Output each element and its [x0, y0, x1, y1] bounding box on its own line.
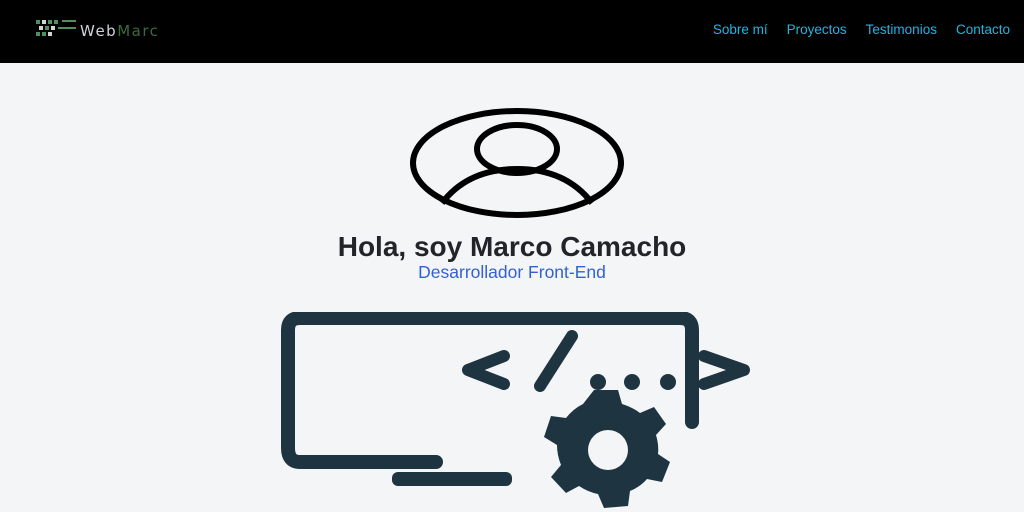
nav-link-proyectos[interactable]: Proyectos	[787, 22, 847, 37]
nav-link-testimonios[interactable]: Testimonios	[866, 22, 937, 37]
brand-name: WebMarc	[80, 22, 159, 40]
nav-link-contacto[interactable]: Contacto	[956, 22, 1010, 37]
brand-name-part1: Web	[80, 22, 118, 40]
brand-logo[interactable]: WebMarc	[34, 16, 204, 46]
hero-greeting: Hola, soy Marco Camacho	[337, 231, 687, 262]
navbar: WebMarc Sobre mí Proyectos Testimonios C…	[0, 0, 1024, 63]
developer-monitor-gear-icon	[281, 312, 750, 508]
nav-link-sobre-mi[interactable]: Sobre mí	[713, 22, 768, 37]
hero-role: Desarrollador Front-End	[418, 262, 606, 282]
nav-menu: Sobre mí Proyectos Testimonios Contacto	[713, 22, 1010, 37]
avatar-outline-icon	[410, 108, 624, 218]
brand-name-part2: Marc	[117, 22, 160, 40]
hero-section: Hola, soy Marco Camacho Desarrollador Fr…	[0, 63, 1024, 512]
logo-mark-icon	[36, 20, 76, 36]
